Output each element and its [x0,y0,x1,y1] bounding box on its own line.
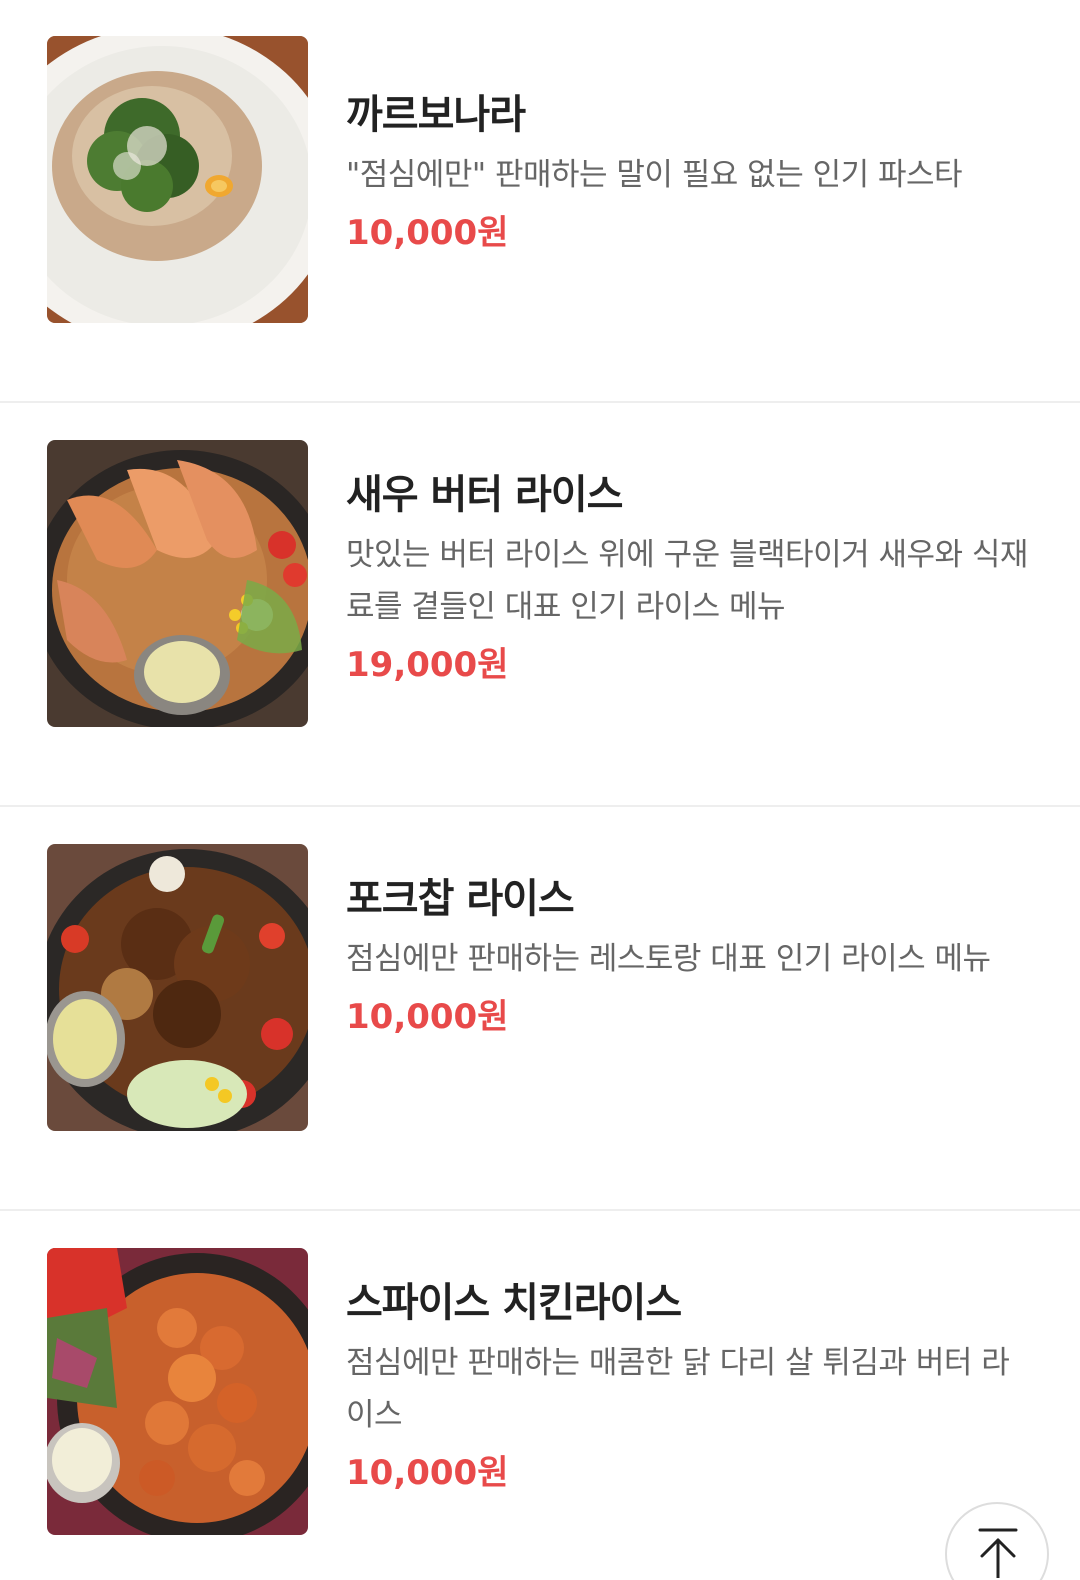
menu-item-price: 10,000원 [346,1453,509,1493]
menu-item-description: "점심에만" 판매하는 말이 필요 없는 인기 파스타 [346,157,963,193]
menu-item-price: 10,000원 [346,997,509,1037]
menu-item-image[interactable] [47,36,308,323]
menu-item-image[interactable] [47,1248,308,1535]
menu-item-info: 포크찹 라이스 점심에만 판매하는 레스토랑 대표 인기 라이스 메뉴 10,0… [346,871,1040,1043]
menu-item-spicy-chicken-rice[interactable]: 스파이스 치킨라이스 점심에만 판매하는 매콤한 닭 다리 살 튀김과 버터 라… [0,1211,1080,1580]
menu-item-price: 10,000원 [346,213,509,253]
menu-item-name: 까르보나라 [346,92,526,138]
menu-item-description: 맛있는 버터 라이스 위에 구운 블랙타이거 새우와 식재료를 곁들인 대표 인… [346,537,1028,625]
menu-item-description: 점심에만 판매하는 레스토랑 대표 인기 라이스 메뉴 [346,941,991,977]
menu-item-info: 까르보나라 "점심에만" 판매하는 말이 필요 없는 인기 파스타 10,000… [346,87,1040,259]
arrow-up-to-top-icon [978,1528,1018,1578]
menu-item-name: 스파이스 치킨라이스 [346,1280,682,1326]
menu-list: 까르보나라 "점심에만" 판매하는 말이 필요 없는 인기 파스타 10,000… [0,0,1080,1580]
menu-item-info: 스파이스 치킨라이스 점심에만 판매하는 매콤한 닭 다리 살 튀김과 버터 라… [346,1275,1040,1499]
menu-item-image[interactable] [47,844,308,1131]
menu-item-description: 점심에만 판매하는 매콤한 닭 다리 살 튀김과 버터 라이스 [346,1345,1010,1433]
menu-item-info: 새우 버터 라이스 맛있는 버터 라이스 위에 구운 블랙타이거 새우와 식재료… [346,467,1040,691]
menu-item-carbonara[interactable]: 까르보나라 "점심에만" 판매하는 말이 필요 없는 인기 파스타 10,000… [0,0,1080,403]
menu-item-name: 새우 버터 라이스 [346,472,623,518]
menu-item-pork-chop-rice[interactable]: 포크찹 라이스 점심에만 판매하는 레스토랑 대표 인기 라이스 메뉴 10,0… [0,807,1080,1211]
menu-item-shrimp-butter-rice[interactable]: 새우 버터 라이스 맛있는 버터 라이스 위에 구운 블랙타이거 새우와 식재료… [0,403,1080,807]
menu-item-name: 포크찹 라이스 [346,876,575,922]
menu-item-image[interactable] [47,440,308,727]
menu-item-price: 19,000원 [346,645,509,685]
